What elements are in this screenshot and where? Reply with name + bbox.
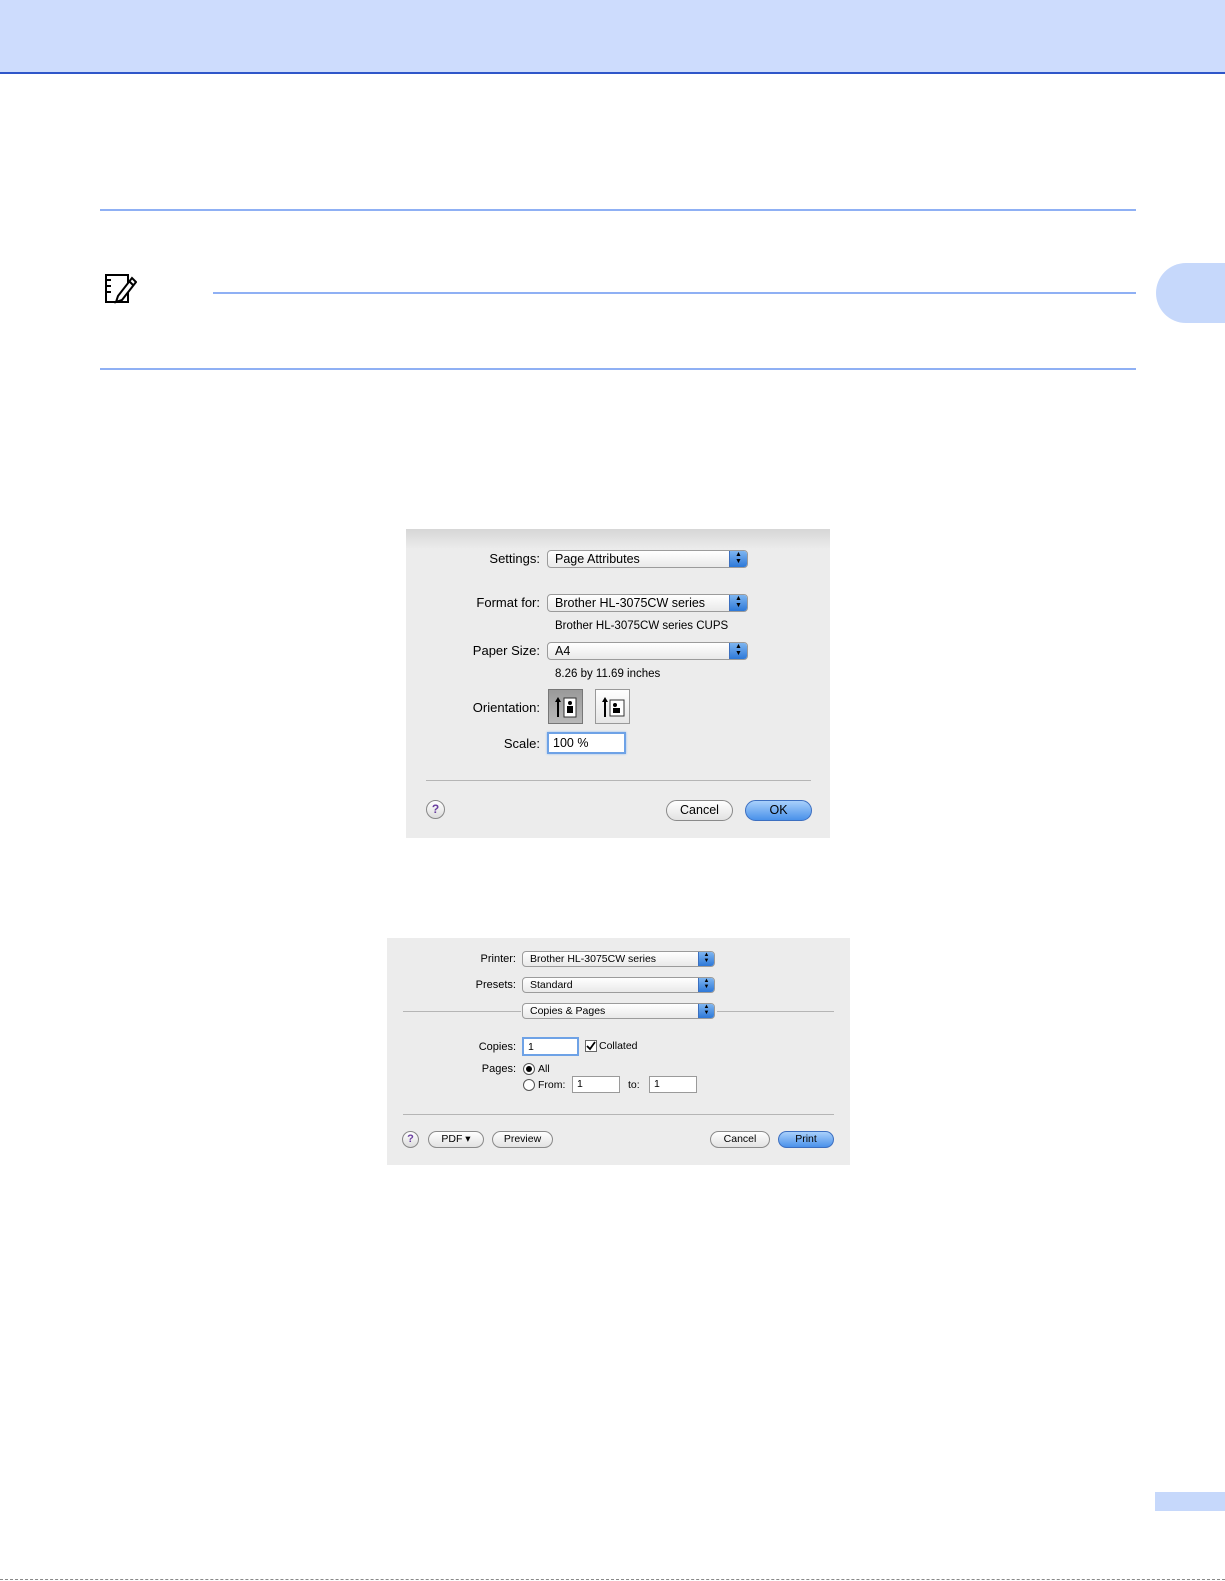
checkmark-icon: [586, 1041, 596, 1051]
print-button[interactable]: Print: [778, 1131, 834, 1148]
help-button[interactable]: ?: [402, 1131, 419, 1148]
pages-all-radio[interactable]: [523, 1063, 535, 1075]
pdf-button[interactable]: PDF ▾: [428, 1131, 484, 1148]
popup-arrows-icon: ▲ ▼: [698, 952, 714, 966]
section-divider-bottom: [100, 368, 1136, 370]
presets-value: Standard: [530, 979, 573, 991]
panel-value: Copies & Pages: [530, 1005, 606, 1017]
cancel-button[interactable]: Cancel: [666, 800, 733, 821]
settings-popup[interactable]: Page Attributes ▲ ▼: [547, 550, 748, 568]
popup-arrows-icon: ▲ ▼: [729, 551, 747, 567]
settings-value: Page Attributes: [555, 552, 640, 566]
radio-selected-dot: [526, 1066, 532, 1072]
pages-from-input[interactable]: 1: [572, 1076, 620, 1093]
popup-arrows-icon: ▲ ▼: [698, 978, 714, 992]
panel-popup[interactable]: Copies & Pages ▲ ▼: [522, 1003, 715, 1019]
format-for-description: Brother HL-3075CW series CUPS: [555, 620, 729, 632]
pages-from-label: From:: [538, 1079, 566, 1091]
paper-size-value: A4: [555, 644, 571, 658]
copies-label: Copies:: [478, 1041, 516, 1053]
dialog-separator: [403, 1114, 834, 1115]
cancel-button[interactable]: Cancel: [710, 1131, 770, 1148]
format-for-popup[interactable]: Brother HL-3075CW series ▲ ▼: [547, 594, 748, 612]
popup-arrows-icon: ▲ ▼: [729, 643, 747, 659]
printer-label: Printer:: [480, 953, 516, 965]
chapter-tab: [1156, 263, 1225, 323]
format-for-label: Format for:: [476, 595, 540, 610]
landscape-icon: [602, 697, 625, 717]
pages-label: Pages:: [481, 1063, 516, 1075]
panel-separator-left: [403, 1011, 521, 1012]
scale-input[interactable]: 100 %: [547, 732, 626, 754]
orientation-landscape-button[interactable]: [595, 689, 630, 724]
page-setup-dialog: Settings: Page Attributes ▲ ▼ Format for:…: [406, 529, 830, 838]
presets-label: Presets:: [475, 979, 516, 991]
panel-separator-right: [717, 1011, 834, 1012]
orientation-portrait-button[interactable]: [548, 689, 583, 724]
popup-arrows-icon: ▲ ▼: [729, 595, 747, 611]
collated-checkbox[interactable]: [585, 1040, 597, 1052]
header-band: [0, 0, 1225, 74]
dialog-title-strip: [406, 529, 830, 549]
printer-value: Brother HL-3075CW series: [530, 953, 657, 965]
note-divider: [213, 292, 1136, 294]
popup-arrows-icon: ▲ ▼: [698, 1004, 714, 1018]
format-for-value: Brother HL-3075CW series: [555, 596, 706, 610]
pages-to-input[interactable]: 1: [649, 1076, 697, 1093]
section-divider-top: [100, 209, 1136, 211]
preview-button[interactable]: Preview: [492, 1131, 553, 1148]
pages-to-label: to:: [628, 1079, 640, 1091]
paper-size-popup[interactable]: A4 ▲ ▼: [547, 642, 748, 660]
ok-button[interactable]: OK: [745, 800, 812, 821]
portrait-icon: [555, 697, 577, 718]
presets-popup[interactable]: Standard ▲ ▼: [522, 977, 715, 993]
printer-popup[interactable]: Brother HL-3075CW series ▲ ▼: [522, 951, 715, 967]
orientation-label: Orientation:: [472, 700, 540, 715]
collated-label: Collated: [599, 1040, 638, 1052]
help-button[interactable]: ?: [426, 800, 445, 819]
pages-from-radio[interactable]: [523, 1079, 535, 1091]
pages-all-label: All: [538, 1063, 550, 1075]
footer-rule: [0, 1579, 1225, 1580]
page-number-tab: [1155, 1492, 1225, 1511]
settings-label: Settings:: [489, 551, 540, 566]
paper-size-description: 8.26 by 11.69 inches: [555, 668, 661, 680]
copies-input[interactable]: 1: [522, 1037, 579, 1056]
paper-size-label: Paper Size:: [472, 643, 540, 658]
note-icon: [105, 274, 137, 304]
scale-label: Scale:: [503, 736, 540, 751]
print-dialog: Printer: Brother HL-3075CW series ▲ ▼ Pre…: [387, 938, 850, 1165]
dialog-separator: [426, 780, 811, 781]
